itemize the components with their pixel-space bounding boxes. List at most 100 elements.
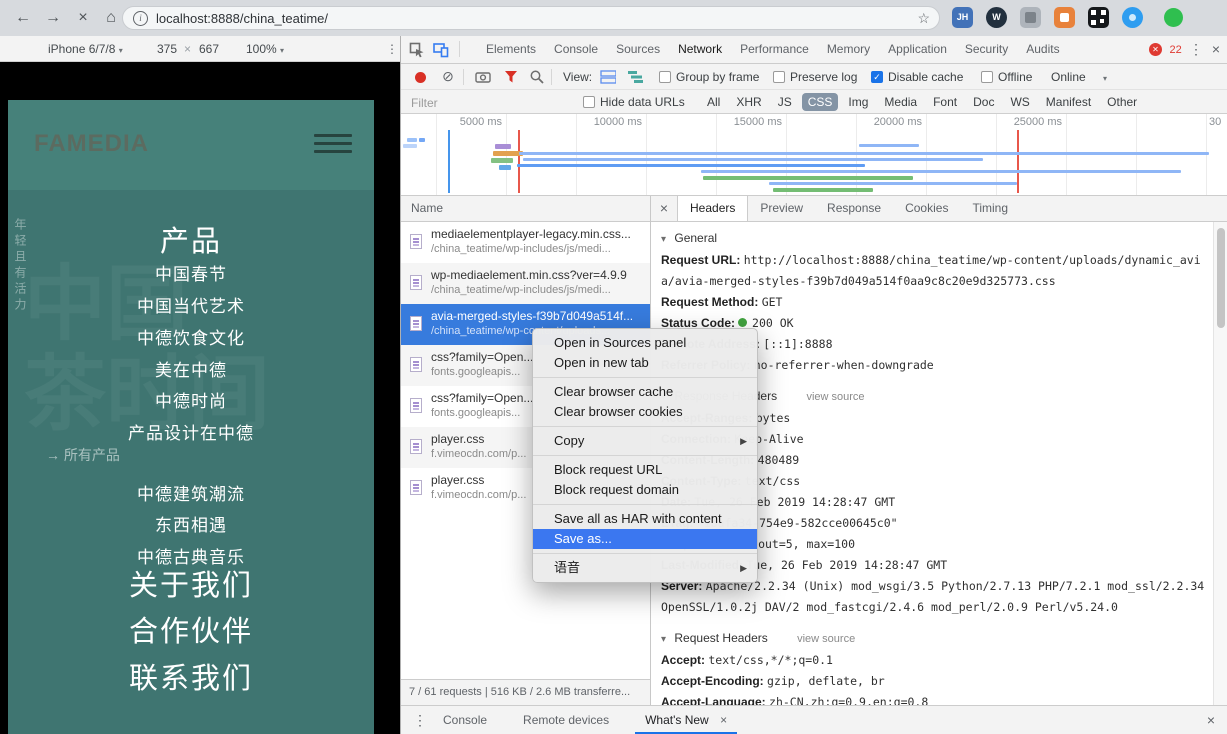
tab-timing[interactable]: Timing [960,196,1020,221]
filter-type-ws[interactable]: WS [1004,93,1035,111]
drawer-tab-whats-new[interactable]: What's New × [635,706,738,734]
bookmark-star-icon[interactable]: ☆ [917,10,930,27]
error-count-badge[interactable]: ✕ 22 [1149,43,1182,57]
tab-preview[interactable]: Preview [748,196,815,221]
view-source-link[interactable]: view source [806,391,864,403]
menu-item[interactable]: 中德时尚 [8,387,374,412]
tab-performance[interactable]: Performance [731,36,818,63]
filter-type-font[interactable]: Font [927,93,963,111]
stop-icon[interactable]: × [72,7,94,29]
tab-response[interactable]: Response [815,196,893,221]
hide-data-urls-label[interactable]: Hide data URLs [600,90,685,114]
hamburger-menu-icon[interactable] [314,134,352,154]
drawer-tab-remote-devices[interactable]: Remote devices [513,706,619,734]
menu-item[interactable]: 美在中德 [8,356,374,381]
extension-icon-gray[interactable] [1020,7,1041,28]
zoom-select[interactable]: 100% ▾ [246,36,284,64]
overview-view-icon[interactable] [627,70,643,86]
menu-item-clear-browser-cache[interactable]: Clear browser cache [533,382,757,402]
tab-sources[interactable]: Sources [607,36,669,63]
clear-icon[interactable]: ⊘ [439,64,457,89]
column-header-name[interactable]: Name [401,196,650,222]
tab-security[interactable]: Security [956,36,1017,63]
request-headers-section-header[interactable]: ▾ Request Headers view source [661,628,1209,650]
devtools-close-icon[interactable]: × [1207,36,1225,63]
general-section-header[interactable]: ▾ General [661,228,1209,250]
tab-audits[interactable]: Audits [1017,36,1068,63]
menu-item-all-products[interactable]: → 所有产品 [46,445,120,465]
devtools-menu-icon[interactable]: ⋮ [1187,36,1205,63]
filter-type-css[interactable]: CSS [801,93,839,111]
menu-item-copy[interactable]: Copy ▶ [533,431,757,451]
menu-item-partners[interactable]: 合作伙伴 [8,608,374,650]
menu-item-clear-browser-cookies[interactable]: Clear browser cookies [533,402,757,422]
tab-console[interactable]: Console [545,36,607,63]
menu-item[interactable]: 产品设计在中德 [8,419,374,444]
menu-item[interactable]: 中国当代艺术 [8,292,374,317]
close-drawer-icon[interactable]: × [1202,706,1220,734]
menu-item-save-all-as-har[interactable]: Save all as HAR with content [533,509,757,529]
drawer-tab-console[interactable]: Console [433,706,497,734]
menu-item-open-in-sources[interactable]: Open in Sources panel [533,333,757,353]
device-toolbar-menu-icon[interactable]: ⋮ [386,36,398,62]
filter-funnel-icon[interactable] [503,69,519,85]
extension-icon-jh[interactable]: JH [952,7,973,28]
filter-input[interactable] [409,93,563,113]
menu-item[interactable]: 中德建筑潮流 [8,480,374,505]
preserve-log-label[interactable]: Preserve log [790,64,857,90]
site-logo[interactable]: FAMEDIA [34,130,149,158]
scrollbar-thumb[interactable] [1217,228,1225,328]
url-text[interactable]: localhost:8888/china_teatime/ [156,10,328,27]
menu-item-block-request-domain[interactable]: Block request domain [533,480,757,500]
close-tab-icon[interactable]: × [720,713,727,727]
tab-headers[interactable]: Headers [677,196,749,221]
menu-item-block-request-url[interactable]: Block request URL [533,460,757,480]
tab-application[interactable]: Application [879,36,956,63]
profile-avatar[interactable] [1164,8,1183,27]
forward-icon[interactable]: → [42,7,64,29]
address-bar[interactable]: i localhost:8888/china_teatime/ ☆ [122,6,940,30]
menu-item-open-in-new-tab[interactable]: Open in new tab [533,353,757,373]
menu-item[interactable]: 中德饮食文化 [8,324,374,349]
menu-item-products[interactable]: 产品 [8,218,374,260]
request-row[interactable]: wp-mediaelement.min.css?ver=4.9.9 /china… [401,263,650,304]
viewport-height-field[interactable]: 667 [199,36,219,62]
menu-item[interactable]: 东西相遇 [8,511,374,536]
offline-checkbox[interactable] [981,71,993,83]
filter-type-xhr[interactable]: XHR [730,93,767,111]
network-overview-timeline[interactable]: 5000 ms 10000 ms 15000 ms 20000 ms 25000… [401,114,1227,196]
preserve-log-checkbox[interactable] [773,71,785,83]
offline-label[interactable]: Offline [998,64,1032,90]
extension-icon-blue[interactable] [1122,7,1143,28]
menu-item-speech[interactable]: 语音 ▶ [533,558,757,578]
disable-cache-checkbox[interactable]: ✓ [871,71,883,83]
filter-type-manifest[interactable]: Manifest [1040,93,1097,111]
group-by-frame-checkbox[interactable] [659,71,671,83]
menu-item-contact[interactable]: 联系我们 [8,655,374,697]
filter-type-other[interactable]: Other [1101,93,1143,111]
close-details-icon[interactable]: × [651,196,677,221]
filter-type-all[interactable]: All [701,93,726,111]
group-by-frame-label[interactable]: Group by frame [676,64,759,90]
extension-icon-qr[interactable] [1088,7,1109,28]
tab-memory[interactable]: Memory [818,36,879,63]
request-row[interactable]: mediaelementplayer-legacy.min.css... /ch… [401,222,650,263]
throttling-select[interactable]: Online ▾ [1051,64,1107,92]
home-icon[interactable]: ⌂ [100,7,122,29]
tab-cookies[interactable]: Cookies [893,196,960,221]
device-select[interactable]: iPhone 6/7/8 ▾ [48,36,123,64]
record-icon[interactable] [415,72,426,83]
filter-type-media[interactable]: Media [878,93,923,111]
tab-network[interactable]: Network [669,36,731,63]
device-toolbar-toggle-icon[interactable] [433,42,449,58]
inspect-icon[interactable] [409,42,425,58]
large-rows-view-icon[interactable] [600,70,616,86]
page-info-icon[interactable]: i [133,11,148,26]
extension-icon-orange[interactable] [1054,7,1075,28]
scrollbar[interactable] [1213,222,1227,705]
viewport-width-field[interactable]: 375 [157,36,177,62]
screenshot-capture-icon[interactable] [475,69,491,85]
menu-item-about[interactable]: 关于我们 [8,562,374,604]
filter-type-doc[interactable]: Doc [967,93,1000,111]
drawer-menu-icon[interactable]: ⋮ [401,706,433,734]
